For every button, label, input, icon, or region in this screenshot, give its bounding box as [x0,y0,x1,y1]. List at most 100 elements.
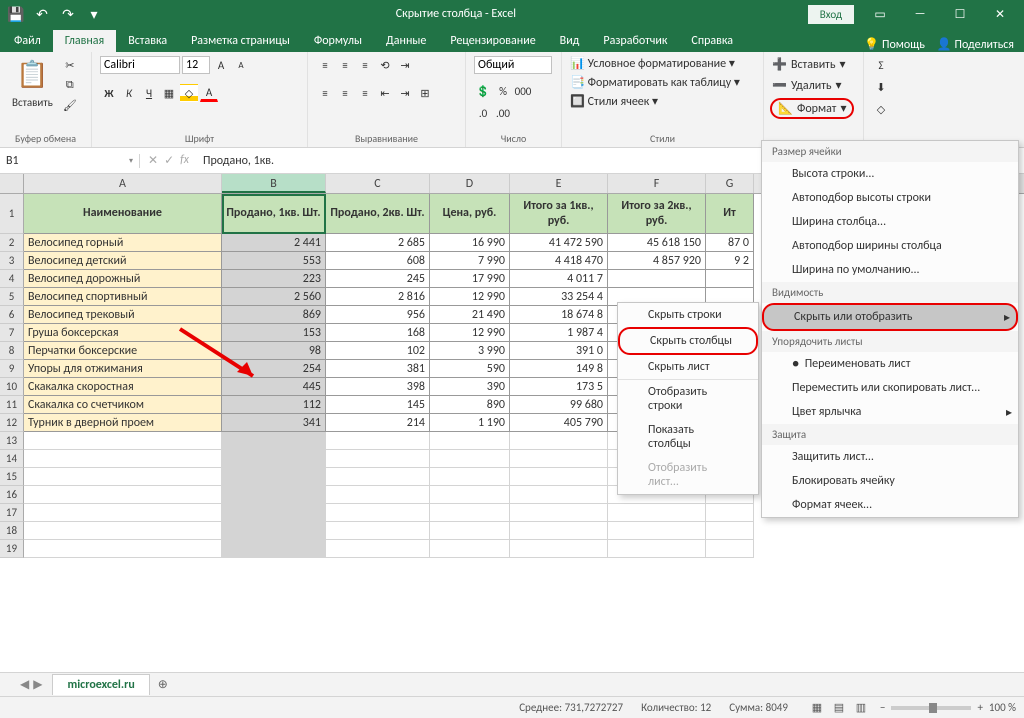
cell[interactable] [222,468,326,486]
cell[interactable] [430,486,510,504]
format-cells-button[interactable]: 📐 Формат ▾ [770,98,854,119]
cell[interactable]: 112 [222,396,326,414]
view-normal-icon[interactable]: ▦ [808,699,826,717]
cell[interactable] [222,504,326,522]
cell[interactable] [430,450,510,468]
cell[interactable]: Турник в дверной проем [24,414,222,432]
cell[interactable]: 4 418 470 [510,252,608,270]
row-header[interactable]: 10 [0,378,24,396]
row-header[interactable]: 15 [0,468,24,486]
cell[interactable]: 590 [430,360,510,378]
cell[interactable]: 553 [222,252,326,270]
cell[interactable] [608,270,706,288]
cell[interactable] [24,522,222,540]
tab-data[interactable]: Данные [374,30,438,52]
menu-protect-sheet[interactable]: Защитить лист... [762,445,1018,469]
cell[interactable]: 18 674 8 [510,306,608,324]
zoom-in-button[interactable]: + [977,701,982,714]
row-header[interactable]: 1 [0,194,24,234]
cell[interactable] [24,486,222,504]
format-painter-icon[interactable]: 🖌 [61,96,79,114]
row-header[interactable]: 3 [0,252,24,270]
cell[interactable]: 45 618 150 [608,234,706,252]
cell[interactable]: Продано, 1кв. Шт. [222,194,326,234]
row-header[interactable]: 13 [0,432,24,450]
maximize-icon[interactable]: ☐ [940,0,980,28]
name-box[interactable]: B1 [0,154,140,168]
menu-row-height[interactable]: Высота строки... [762,162,1018,186]
cell[interactable]: 168 [326,324,430,342]
cell[interactable] [326,432,430,450]
cell[interactable]: 41 472 590 [510,234,608,252]
cell[interactable]: 869 [222,306,326,324]
cell[interactable]: Велосипед детский [24,252,222,270]
cell[interactable]: 1 190 [430,414,510,432]
cell[interactable]: 173 5 [510,378,608,396]
shrink-font-icon[interactable]: A [232,56,250,74]
cell[interactable] [24,450,222,468]
fx-icon[interactable]: fx [180,153,189,168]
grow-font-icon[interactable]: A [212,56,230,74]
cell[interactable]: Велосипед трековый [24,306,222,324]
bold-button[interactable]: Ж [100,84,118,102]
menu-col-width[interactable]: Ширина столбца... [762,210,1018,234]
menu-hide-rows[interactable]: Скрыть строки [618,303,758,327]
cell[interactable]: 4 857 920 [608,252,706,270]
share-button[interactable]: 👤 Поделиться [937,37,1014,52]
percent-icon[interactable]: % [494,82,512,100]
cell[interactable]: 223 [222,270,326,288]
menu-unhide-rows[interactable]: Отобразить строки [618,380,758,418]
cell[interactable]: 341 [222,414,326,432]
tab-formulas[interactable]: Формулы [302,30,374,52]
sheet-nav-prev-icon[interactable]: ◀ [20,677,29,692]
align-top-icon[interactable]: ≡ [316,56,334,74]
tab-review[interactable]: Рецензирование [438,30,547,52]
row-header[interactable]: 4 [0,270,24,288]
cell[interactable]: Велосипед горный [24,234,222,252]
paste-button[interactable]: 📋 Вставить [8,56,57,111]
insert-cells-button[interactable]: ➕ Вставить ▾ [770,56,848,73]
cell[interactable]: 17 990 [430,270,510,288]
cell[interactable] [24,432,222,450]
orientation-icon[interactable]: ⟲ [376,56,394,74]
column-header-F[interactable]: F [608,174,706,193]
cell[interactable] [706,270,754,288]
cell[interactable]: 956 [326,306,430,324]
cell[interactable] [430,468,510,486]
cell[interactable]: 87 0 [706,234,754,252]
cell[interactable]: 1 987 4 [510,324,608,342]
align-bottom-icon[interactable]: ≡ [356,56,374,74]
cell[interactable] [510,504,608,522]
cell[interactable]: 2 685 [326,234,430,252]
signin-button[interactable]: Вход [808,5,854,24]
redo-icon[interactable]: ↷ [58,4,78,24]
tab-page-layout[interactable]: Разметка страницы [179,30,302,52]
tab-view[interactable]: Вид [548,30,592,52]
cell[interactable] [430,432,510,450]
row-header[interactable]: 16 [0,486,24,504]
cell[interactable]: Продано, 2кв. Шт. [326,194,430,234]
row-header[interactable]: 12 [0,414,24,432]
delete-cells-button[interactable]: ➖ Удалить ▾ [770,77,844,94]
cell[interactable]: 102 [326,342,430,360]
cell[interactable]: 2 816 [326,288,430,306]
cell[interactable] [430,540,510,558]
row-header[interactable]: 7 [0,324,24,342]
cell[interactable]: 16 990 [430,234,510,252]
cell[interactable]: Цена, руб. [430,194,510,234]
merge-icon[interactable]: ⊞ [416,84,434,102]
zoom-level[interactable]: 100 % [989,701,1016,714]
cell[interactable] [608,504,706,522]
align-center-icon[interactable]: ≡ [336,84,354,102]
column-header-D[interactable]: D [430,174,510,193]
align-middle-icon[interactable]: ≡ [336,56,354,74]
undo-icon[interactable]: ↶ [32,4,52,24]
menu-hide-columns[interactable]: Скрыть столбцы [618,327,758,355]
sheet-tab[interactable]: microexcel.ru [52,674,149,695]
autosum-icon[interactable]: Σ [872,56,890,74]
cell[interactable]: 608 [326,252,430,270]
cell[interactable] [24,540,222,558]
copy-icon[interactable]: ⧉ [61,76,79,94]
tab-home[interactable]: Главная [53,30,116,52]
cell[interactable]: Ит [706,194,754,234]
